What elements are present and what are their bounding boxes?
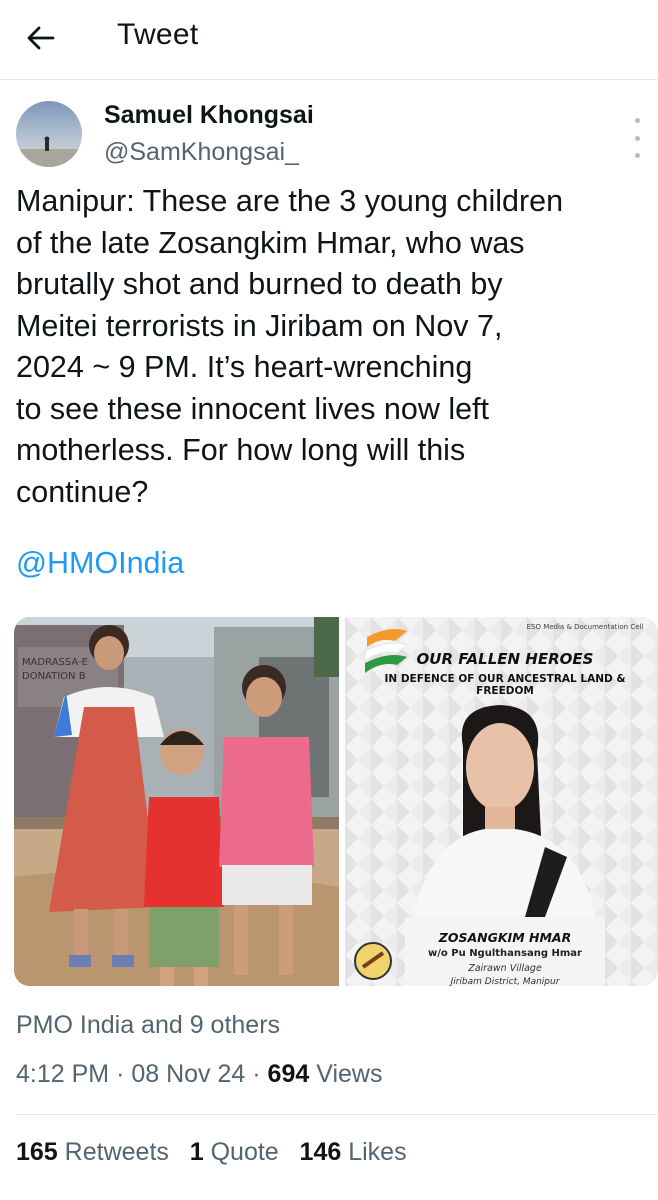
tweet-text: Manipur: These are the 3 young children … (16, 184, 564, 509)
poster-subtitle: IN DEFENCE OF OUR ANCESTRAL LAND & FREED… (384, 673, 626, 697)
poster-name: ZOSANGKIM HMAR (438, 930, 572, 945)
back-button[interactable] (20, 20, 60, 56)
liked-by-link[interactable]: PMO India and 9 others (16, 1011, 280, 1040)
poster-district: Jiribam District, Manipur (450, 977, 560, 986)
poster-title: OUR FALLEN HEROES (416, 650, 594, 668)
tweet-time[interactable]: 4:12 PM (16, 1060, 109, 1088)
quotes-label: Quote (210, 1138, 279, 1166)
tweet-date[interactable]: 08 Nov 24 (131, 1060, 245, 1088)
quotes-count: 1 (189, 1138, 204, 1166)
poster-village: Zairawn Village (468, 963, 542, 974)
sign-text: DONATION B (22, 671, 86, 682)
quotes-stat[interactable]: 1 Quote (190, 1138, 279, 1167)
views-label: Views (316, 1060, 383, 1088)
photo-memorial-poster[interactable]: ESO Media & Documentation Cell OUR FALLE… (345, 617, 658, 986)
likes-stat[interactable]: 146 Likes (300, 1138, 407, 1167)
more-dot-icon (634, 135, 640, 141)
author-handle[interactable]: @SamKhongsai_ (104, 138, 299, 167)
likes-label: Likes (348, 1138, 407, 1166)
tweet-meta: 4:12 PM · 08 Nov 24 · 694 Views (16, 1060, 382, 1089)
retweets-count: 165 (16, 1138, 58, 1166)
divider (16, 1114, 658, 1115)
more-dot-icon (634, 118, 640, 123)
arrow-left-icon (27, 26, 55, 50)
likes-count: 146 (299, 1138, 342, 1166)
author-name[interactable]: Samuel Khongsai (104, 101, 314, 130)
avatar[interactable] (16, 101, 82, 167)
mention-link[interactable]: @HMOIndia (16, 543, 184, 585)
retweets-stat[interactable]: 165 Retweets (16, 1138, 169, 1167)
retweets-label: Retweets (64, 1138, 169, 1166)
more-dot-icon (634, 153, 640, 158)
poster-wife-of: w/o Pu Ngulthansang Hmar (428, 948, 582, 959)
views-count: 694 (267, 1060, 310, 1088)
media-grid: MADRASSA-E DONATION B ESO Media & Docume… (14, 617, 658, 986)
page-title: Tweet (117, 18, 199, 51)
meta-separator: · (116, 1060, 125, 1088)
sign-text: MADRASSA-E (22, 657, 88, 668)
meta-separator: · (252, 1060, 261, 1088)
poster-org-text: ESO Media & Documentation Cell (526, 623, 644, 631)
top-bar: Tweet (0, 0, 658, 80)
tweet-stats: 165 Retweets 1 Quote 146 Likes (16, 1138, 407, 1167)
more-options-button[interactable] (626, 118, 648, 158)
photo-children[interactable]: MADRASSA-E DONATION B (14, 617, 339, 986)
